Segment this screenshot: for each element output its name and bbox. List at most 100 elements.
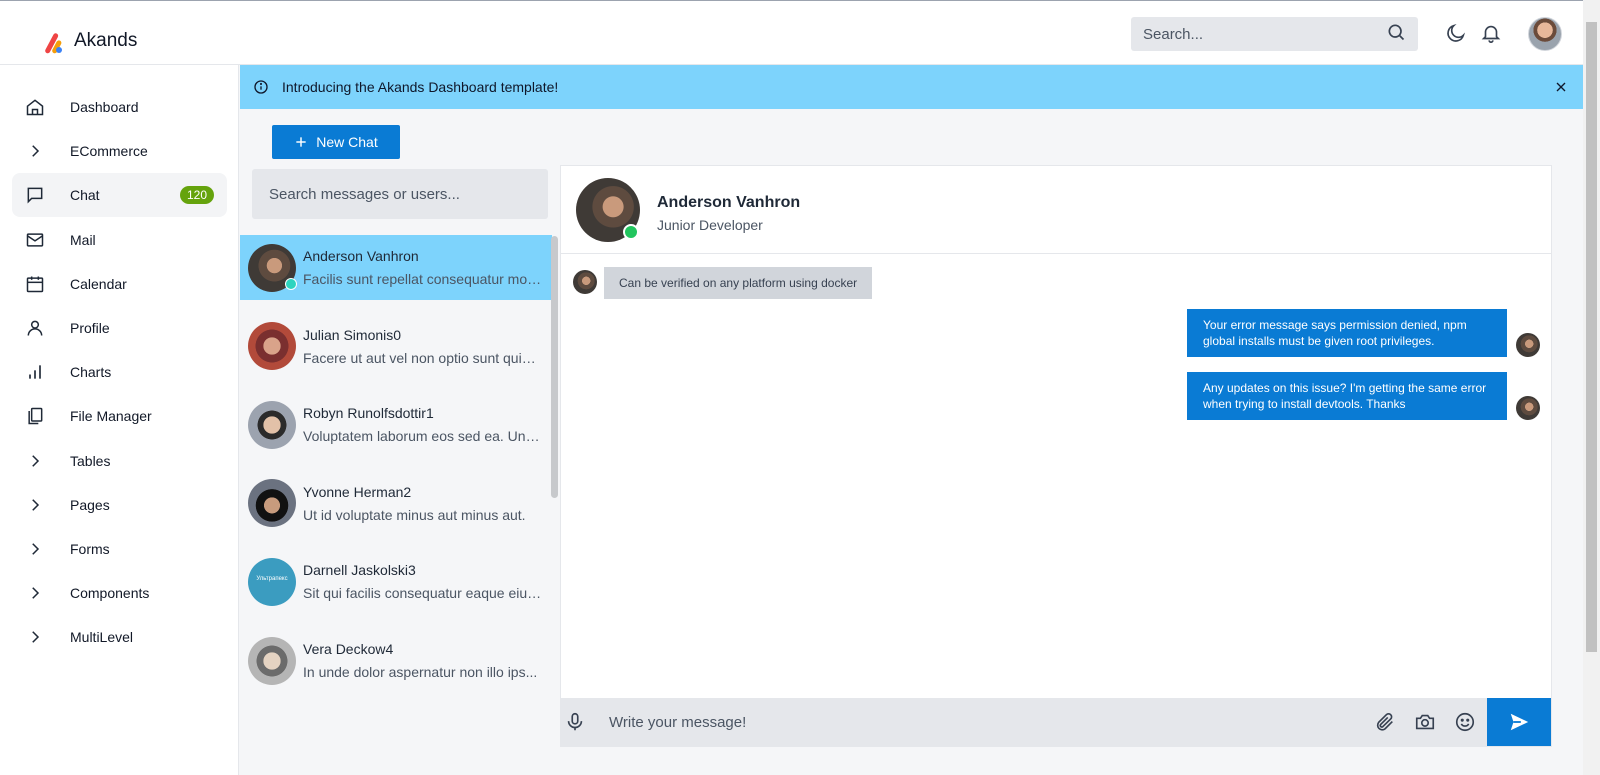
contact-preview: Facilis sunt repellat consequatur mod...	[303, 271, 543, 287]
files-icon	[24, 405, 46, 427]
contact-item[interactable]: Vera Deckow4 In unde dolor aspernatur non…	[240, 628, 552, 693]
sidebar-item-components[interactable]: Components	[12, 571, 227, 615]
mail-icon	[24, 229, 46, 251]
contact-text: Vera Deckow4 In unde dolor aspernatur non…	[303, 641, 543, 680]
contact-item[interactable]: Yvonne Herman2 Ut id voluptate minus aut …	[240, 471, 552, 536]
contact-avatar	[248, 400, 296, 449]
contact-text: Anderson Vanhron Facilis sunt repellat co…	[303, 248, 543, 287]
sidebar-item-label: Forms	[70, 541, 110, 557]
page-scrollbar[interactable]	[1583, 0, 1600, 775]
contact-preview: Ut id voluptate minus aut minus aut.	[303, 506, 526, 523]
contact-preview: Voluptatem laborum eos sed ea. Und...	[303, 428, 543, 445]
avatar-text: Ультрапекс	[256, 575, 288, 582]
close-icon[interactable]	[1553, 79, 1569, 95]
brand-logo	[38, 29, 64, 55]
chat-count-badge: 120	[179, 186, 214, 205]
sidebar-item-tables[interactable]: Tables	[12, 439, 227, 483]
sidebar-item-forms[interactable]: Forms	[12, 527, 227, 571]
sidebar-item-calendar[interactable]: Calendar	[12, 262, 227, 306]
microphone-icon[interactable]	[563, 710, 587, 734]
user-avatar[interactable]	[1528, 17, 1562, 51]
emoji-icon[interactable]	[1453, 710, 1477, 734]
global-search-input[interactable]	[1143, 25, 1386, 43]
sidebar: Dashboard ECommerce Chat 120 Mail Calendar Pro…	[0, 65, 239, 775]
calendar-icon	[24, 273, 46, 295]
contact-avatar	[248, 322, 296, 371]
message-input[interactable]	[609, 698, 1369, 746]
camera-icon[interactable]	[1413, 710, 1437, 734]
contact-item[interactable]: Ультрапекс Darnell Jaskolski3 Sit qui faci…	[240, 549, 552, 614]
contact-avatar	[248, 479, 296, 528]
chat-list: Anderson Vanhron Facilis sunt repellat co…	[240, 165, 559, 775]
info-alert: Introducing the Akands Dashboard templat…	[240, 65, 1583, 109]
message-avatar	[1516, 396, 1540, 420]
alert-text: Introducing the Akands Dashboard templat…	[282, 79, 559, 95]
contact-item[interactable]: Robyn Runolfsdottir1 Voluptatem laborum e…	[240, 392, 552, 457]
chevron-right-icon	[24, 582, 46, 604]
sidebar-item-label: Mail	[70, 231, 96, 248]
sidebar-item-label: Profile	[70, 320, 110, 336]
sidebar-item-label: Calendar	[70, 275, 127, 292]
global-search	[1131, 17, 1418, 51]
sidebar-item-dashboard[interactable]: Dashboard	[12, 85, 227, 129]
contact-item[interactable]: Anderson Vanhron Facilis sunt repellat co…	[240, 235, 552, 300]
sidebar-item-pages[interactable]: Pages	[12, 483, 227, 527]
paperclip-icon[interactable]	[1373, 710, 1397, 734]
sidebar-item-label: ECommerce	[70, 143, 148, 160]
online-indicator	[623, 224, 639, 240]
info-icon	[253, 79, 269, 95]
sidebar-item-label: Dashboard	[70, 99, 139, 115]
contact-preview: Facere ut aut vel non optio sunt quia...…	[303, 349, 543, 366]
contact-name: Darnell Jaskolski3	[303, 562, 416, 579]
sidebar-item-file-manager[interactable]: File Manager	[12, 394, 227, 438]
brand[interactable]: Akands	[38, 29, 138, 55]
contact-text: Julian Simonis0 Facere ut aut vel non opt…	[303, 327, 543, 366]
user-icon	[24, 317, 46, 339]
chat-search-input[interactable]	[252, 169, 548, 219]
bell-icon[interactable]	[1479, 21, 1503, 45]
conversation-avatar[interactable]	[576, 178, 640, 242]
sidebar-item-label: File Manager	[70, 408, 152, 425]
chevron-right-icon	[24, 626, 46, 648]
search-icon[interactable]	[1386, 22, 1406, 47]
contact-preview: Sit qui facilis consequatur eaque eius..…	[303, 585, 543, 602]
chevron-right-icon	[24, 538, 46, 560]
sidebar-item-ecommerce[interactable]: ECommerce	[12, 129, 227, 173]
contact-avatar	[248, 243, 297, 292]
contact-name: Robyn Runolfsdottir1	[303, 405, 434, 422]
brand-name: Akands	[74, 30, 138, 51]
bar-chart-icon	[24, 361, 46, 383]
conversation-panel: Anderson Vanhron Junior Developer Can be…	[560, 165, 1552, 747]
contact-avatar	[248, 636, 296, 685]
home-icon	[24, 96, 46, 118]
contact-item[interactable]: Julian Simonis0 Facere ut aut vel non opt…	[240, 314, 552, 379]
conversation-header: Anderson Vanhron Junior Developer	[561, 166, 1551, 254]
moon-icon[interactable]	[1444, 21, 1468, 45]
sidebar-item-multilevel[interactable]: MultiLevel	[12, 615, 227, 659]
message-outgoing: Your error message says permission denie…	[1187, 309, 1507, 357]
chevron-right-icon	[24, 450, 46, 472]
conversation-name: Anderson Vanhron	[657, 194, 801, 211]
sidebar-item-label: MultiLevel	[70, 629, 134, 646]
sidebar-item-mail[interactable]: Mail	[12, 218, 227, 262]
sidebar-item-charts[interactable]: Charts	[12, 350, 227, 394]
send-button[interactable]	[1487, 698, 1551, 746]
contact-avatar: Ультрапекс	[248, 557, 296, 606]
contact-name: Vera Deckow4	[303, 641, 394, 657]
sidebar-item-profile[interactable]: Profile	[12, 306, 227, 350]
top-bar: Akands	[0, 0, 1583, 65]
contact-text: Robyn Runolfsdottir1 Voluptatem laborum e…	[303, 405, 543, 444]
new-chat-button[interactable]: New Chat	[272, 125, 400, 159]
new-chat-label: New Chat	[316, 134, 378, 150]
contact-name: Yvonne Herman2	[303, 483, 412, 500]
chat-list-scrollbar[interactable]	[551, 236, 558, 498]
sidebar-item-chat[interactable]: Chat 120	[12, 173, 227, 218]
sidebar-item-label: Pages	[70, 496, 110, 513]
conversation-role: Junior Developer	[657, 217, 763, 233]
plus-icon	[296, 137, 306, 147]
online-indicator	[285, 277, 297, 290]
message-incoming: Can be verified on any platform using do…	[604, 267, 873, 299]
message-composer	[561, 698, 1551, 746]
sidebar-item-label: Charts	[70, 364, 112, 381]
sidebar-item-label: Tables	[70, 452, 111, 469]
